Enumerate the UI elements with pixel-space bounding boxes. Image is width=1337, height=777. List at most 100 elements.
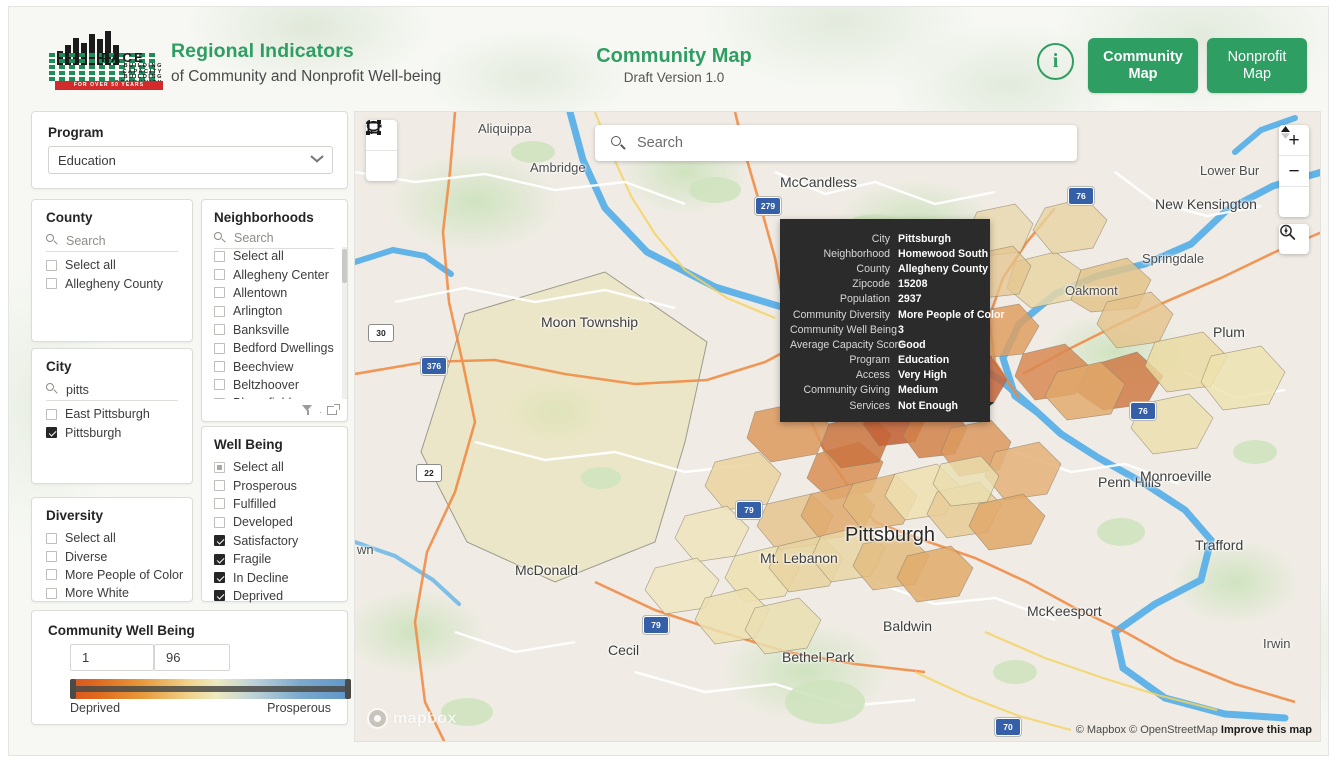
tooltip-value: 3: [898, 323, 904, 336]
checkbox-checked[interactable]: [214, 590, 225, 602]
neighborhoods-item[interactable]: Bedford Dwellings: [214, 339, 338, 357]
neighborhoods-item[interactable]: Select all: [214, 247, 338, 265]
neighborhoods-item[interactable]: Beechview: [214, 357, 338, 375]
wellbeing-item-in-decline[interactable]: In Decline: [214, 568, 298, 586]
funnel-icon[interactable]: [302, 404, 314, 416]
neighborhoods-search-input[interactable]: Search: [214, 228, 334, 249]
legend-slider-handle-left[interactable]: [70, 679, 76, 699]
diversity-item-more-white[interactable]: More White: [46, 584, 183, 602]
neighborhoods-item[interactable]: Banksville: [214, 321, 338, 339]
tooltip-value: More People of Color: [898, 308, 1005, 321]
highway-shield: 22: [416, 464, 442, 482]
zoom-out-button[interactable]: −: [1279, 155, 1309, 186]
wellbeing-item-fulfilled[interactable]: Fulfilled: [214, 495, 298, 513]
app-header: PACE BUILDING CAPACITY BUILDING COMMUNIT…: [9, 7, 1328, 99]
tooltip-key: Community Giving: [803, 384, 890, 397]
checkbox[interactable]: [214, 397, 225, 399]
wellbeing-item-prosperous[interactable]: Prosperous: [214, 476, 298, 494]
diversity-item-label: More People of Color: [65, 567, 184, 582]
checkbox[interactable]: [46, 259, 57, 271]
checkbox[interactable]: [214, 361, 225, 373]
county-search-input[interactable]: Search: [46, 230, 178, 252]
checkbox[interactable]: [46, 532, 57, 544]
county-label: County: [46, 210, 93, 225]
nonprofit-map-label-line2: Map: [1242, 65, 1272, 82]
wellbeing-item-fragile[interactable]: Fragile: [214, 550, 298, 568]
neighborhoods-item[interactable]: Arlington: [214, 302, 338, 320]
expand-icon[interactable]: [327, 403, 340, 416]
wellbeing-item-select-all[interactable]: Select all: [214, 458, 298, 476]
map-search-geolocate-button[interactable]: [1279, 224, 1309, 254]
checkbox[interactable]: [214, 305, 225, 317]
checkbox[interactable]: [46, 408, 57, 420]
checkbox[interactable]: [214, 269, 225, 281]
checkbox[interactable]: [46, 569, 57, 581]
map-search-icon: [1280, 224, 1296, 240]
checkbox[interactable]: [214, 342, 225, 354]
city-item-east-pittsburgh[interactable]: East Pittsburgh: [46, 405, 150, 423]
neighborhoods-item[interactable]: Beltzhoover: [214, 376, 338, 394]
nonprofit-map-label-line1: Nonprofit: [1227, 48, 1287, 65]
program-select[interactable]: Education: [48, 146, 333, 174]
checkbox[interactable]: [214, 516, 225, 528]
community-map-button[interactable]: Community Map: [1088, 38, 1198, 93]
wellbeing-item-satisfactory[interactable]: Satisfactory: [214, 532, 298, 550]
neighborhoods-item-label: Allegheny Center: [233, 267, 329, 282]
city-item-pittsburgh[interactable]: Pittsburgh: [46, 423, 150, 441]
checkbox-checked[interactable]: [214, 553, 225, 565]
neighborhoods-tools: .: [302, 403, 340, 416]
neighborhoods-item[interactable]: Allentown: [214, 284, 338, 302]
legend-min-input[interactable]: 1: [70, 644, 154, 671]
city-search-input[interactable]: pitts: [46, 379, 178, 401]
checkbox[interactable]: [46, 551, 57, 563]
diversity-item-label: Select all: [65, 531, 116, 546]
checkbox[interactable]: [46, 278, 57, 290]
mapbox-logo[interactable]: mapbox: [367, 708, 457, 729]
separator-dot: .: [319, 404, 322, 416]
compass-button[interactable]: [1279, 126, 1309, 217]
chevron-down-icon: [311, 156, 323, 168]
improve-map-link[interactable]: Improve this map: [1221, 724, 1312, 736]
attribution-text: © Mapbox © OpenStreetMap: [1075, 724, 1218, 736]
info-icon[interactable]: i: [1037, 43, 1074, 80]
tooltip-key: City: [871, 232, 890, 245]
county-item-select-all[interactable]: Select all: [46, 256, 163, 274]
wellbeing-filter-card: Well Being Select all Prosperous Fulfill…: [201, 426, 348, 605]
rectangle-select-icon: [366, 120, 381, 135]
legend-max-input[interactable]: 96: [154, 644, 230, 671]
neighborhoods-scrollbar-thumb[interactable]: [342, 249, 347, 283]
checkbox-indeterminate[interactable]: [214, 461, 225, 473]
diversity-item-select-all[interactable]: Select all: [46, 529, 183, 547]
neighborhoods-item-label: Arlington: [233, 304, 283, 319]
tooltip-key: County: [856, 262, 890, 275]
wellbeing-label: Well Being: [214, 437, 283, 452]
checkbox-checked[interactable]: [214, 535, 225, 547]
mapbox-badge-icon: [367, 708, 388, 729]
checkbox[interactable]: [46, 587, 57, 599]
map-canvas[interactable]: Aliquippa Ambridge McCandless Lower Bur …: [354, 111, 1321, 742]
checkbox[interactable]: [214, 287, 225, 299]
legend-slider-handle-right[interactable]: [345, 679, 351, 699]
legend-gradient-slider[interactable]: [70, 679, 351, 699]
neighborhoods-checkbox-list[interactable]: Select all Allegheny Center Allentown Ar…: [214, 247, 338, 399]
tooltip-row: County Allegheny County: [790, 261, 988, 276]
checkbox-checked[interactable]: [46, 427, 57, 439]
nonprofit-map-button[interactable]: Nonprofit Map: [1207, 38, 1307, 93]
county-item-allegheny[interactable]: Allegheny County: [46, 274, 163, 292]
rectangle-select-tool[interactable]: [366, 120, 397, 181]
checkbox[interactable]: [214, 250, 225, 262]
neighborhoods-item[interactable]: Allegheny Center: [214, 265, 338, 283]
wellbeing-item-developed[interactable]: Developed: [214, 513, 298, 531]
checkbox[interactable]: [214, 498, 225, 510]
diversity-item-diverse[interactable]: Diverse: [46, 547, 183, 565]
map-search-input[interactable]: Search: [595, 125, 1077, 161]
wellbeing-item-deprived[interactable]: Deprived: [214, 587, 298, 605]
diversity-item-more-people-of-color[interactable]: More People of Color: [46, 566, 183, 584]
neighborhoods-item[interactable]: Bloomfield: [214, 394, 338, 399]
checkbox[interactable]: [214, 324, 225, 336]
neighborhoods-item-label: Bedford Dwellings: [233, 341, 334, 356]
checkbox-checked[interactable]: [214, 572, 225, 584]
tooltip-value: 2937: [898, 293, 922, 306]
checkbox[interactable]: [214, 480, 225, 492]
checkbox[interactable]: [214, 379, 225, 391]
